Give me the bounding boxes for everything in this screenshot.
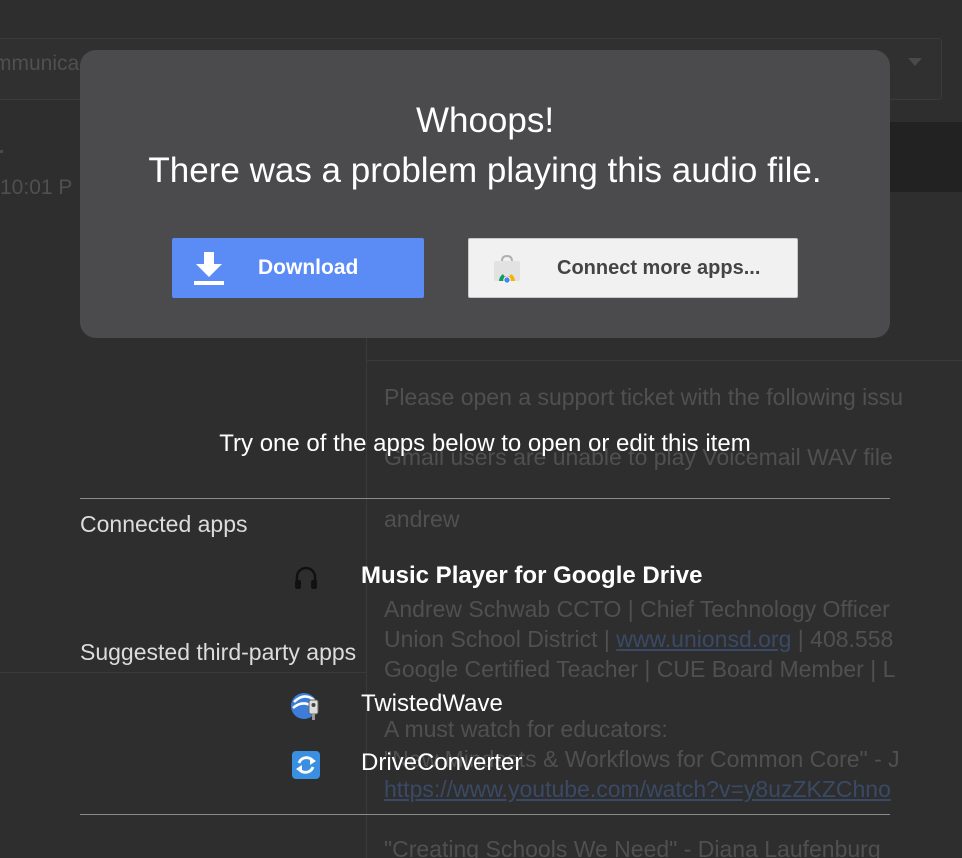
connect-more-apps-label: Connect more apps... [557, 257, 761, 279]
headphones-icon [295, 566, 317, 589]
background-line: Andrew Schwab CCTO | Chief Technology Of… [384, 596, 890, 622]
background-line: andrew [384, 506, 460, 532]
app-item-driveconverter[interactable]: DriveConverter [280, 745, 840, 781]
dialog-title: Whoops! [415, 101, 555, 140]
apps-prompt: Try one of the apps below to open or edi… [219, 430, 751, 457]
background-subject: mmunica [0, 52, 80, 75]
connect-more-apps-button[interactable]: Connect more apps... [468, 238, 798, 298]
background-line: Please open a support ticket with the fo… [384, 384, 904, 410]
background-divider [366, 360, 962, 361]
app-name: Music Player for Google Drive [361, 562, 703, 589]
app-item-music-player[interactable]: Music Player for Google Drive [280, 558, 840, 594]
twistedwave-icon [291, 693, 319, 720]
background-line: Google Certified Teacher | CUE Board Mem… [384, 656, 896, 682]
app-name: DriveConverter [361, 749, 523, 776]
background-dot [0, 150, 3, 153]
background-line-part: | 408.558 [797, 626, 894, 652]
background-divider-left [0, 672, 366, 673]
dialog-message: There was a problem playing this audio f… [148, 151, 822, 190]
divider [80, 814, 890, 815]
driveconverter-icon [292, 751, 320, 779]
background-line: "Creating Schools We Need" - Diana Laufe… [384, 836, 881, 858]
divider [80, 498, 890, 499]
error-dialog: Whoops! There was a problem playing this… [80, 50, 890, 338]
suggested-apps-title: Suggested third-party apps [80, 639, 357, 665]
chevron-down-icon [908, 58, 922, 66]
download-button[interactable]: Download [172, 238, 424, 298]
download-label: Download [258, 256, 359, 279]
app-name: TwistedWave [361, 690, 503, 717]
background-line-part: Union School District | [384, 626, 610, 652]
background-line: Union School District | www.unionsd.org … [384, 626, 893, 653]
connected-apps-title: Connected apps [80, 511, 248, 537]
download-icon [194, 252, 224, 285]
chrome-web-store-icon [494, 255, 520, 283]
app-item-twistedwave[interactable]: TwistedWave [280, 686, 840, 722]
background-link: www.unionsd.org [616, 626, 792, 652]
background-time: 10:01 P [0, 176, 73, 199]
